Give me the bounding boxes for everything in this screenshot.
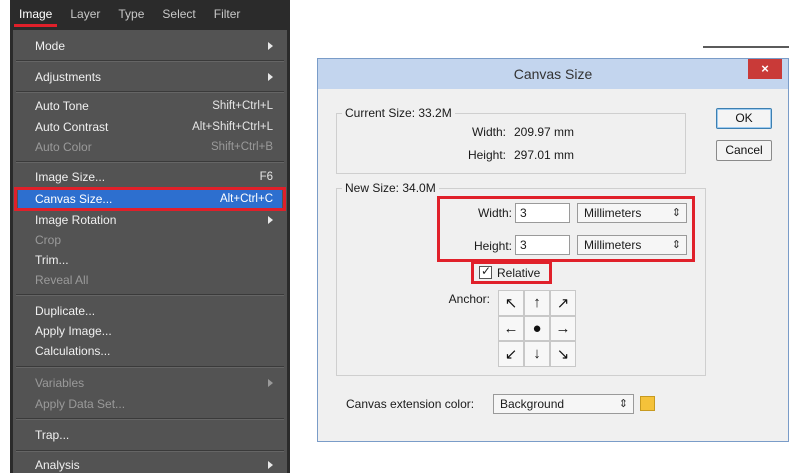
updown-arrows-icon: ⇕ (618, 398, 628, 410)
menu-item-variables: Variables (35, 373, 273, 393)
anchor-bottom-left[interactable]: ↙ (498, 341, 524, 367)
menu-item-label: Adjustments (35, 70, 102, 84)
anchor-bottom[interactable]: ↓ (524, 341, 550, 367)
menu-item-auto-contrast[interactable]: Auto Contrast Alt+Shift+Ctrl+L (35, 117, 273, 137)
image-menu-dropdown: Mode Adjustments Auto Tone Shift+Ctrl+L … (10, 30, 290, 473)
current-size-legend: Current Size: 33.2M (342, 106, 455, 120)
menu-item-label: Apply Image... (35, 324, 112, 338)
menu-item-auto-tone[interactable]: Auto Tone Shift+Ctrl+L (35, 96, 273, 116)
submenu-arrow-icon (268, 42, 273, 50)
menu-separator (16, 418, 284, 420)
menu-item-label: Duplicate... (35, 304, 96, 318)
menu-item-label: Auto Contrast (35, 120, 109, 134)
menu-item-label: Analysis (35, 458, 80, 472)
anchor-label: Anchor: (448, 292, 490, 306)
submenu-arrow-icon (268, 216, 273, 224)
anchor-top-right[interactable]: ↗ (550, 290, 576, 316)
menu-item-label: Trim... (35, 253, 69, 267)
menu-image[interactable]: Image (10, 0, 61, 30)
cancel-button[interactable]: Cancel (716, 140, 772, 161)
menu-item-label: Auto Color (35, 140, 92, 154)
anchor-left[interactable]: ← (498, 315, 524, 342)
highlight-box-canvas-size (14, 187, 286, 211)
anchor-top-left[interactable]: ↖ (498, 290, 524, 316)
menu-item-adjustments[interactable]: Adjustments (35, 67, 273, 87)
menu-filter[interactable]: Filter (205, 0, 250, 30)
extension-color-label: Canvas extension color: (346, 397, 475, 411)
dialog-title: Canvas Size (513, 66, 593, 82)
menu-separator (16, 450, 284, 452)
menu-item-shortcut: Shift+Ctrl+L (212, 100, 273, 112)
menu-separator (16, 161, 284, 163)
current-size-group (336, 113, 686, 174)
menu-separator (16, 294, 284, 296)
menu-item-label: Variables (35, 376, 85, 390)
menu-item-auto-color: Auto Color Shift+Ctrl+B (35, 137, 273, 157)
new-size-legend: New Size: 34.0M (342, 181, 439, 195)
menu-separator (16, 366, 284, 368)
menu-bar: Image Layer Type Select Filter (10, 0, 290, 30)
menu-item-image-rotation[interactable]: Image Rotation (35, 210, 273, 230)
menu-item-duplicate[interactable]: Duplicate... (35, 301, 273, 321)
submenu-arrow-icon (268, 461, 273, 469)
menu-item-analysis[interactable]: Analysis (35, 455, 273, 475)
menu-separator (16, 60, 284, 62)
dialog-title-bar[interactable]: Canvas Size × (318, 59, 788, 89)
background-divider (703, 46, 789, 48)
current-width-label: Width: (471, 125, 506, 139)
menu-item-label: Apply Data Set... (35, 397, 126, 411)
menu-item-calculations[interactable]: Calculations... (35, 341, 273, 361)
menu-item-trap[interactable]: Trap... (35, 425, 273, 445)
menu-item-shortcut: Alt+Shift+Ctrl+L (192, 121, 273, 133)
anchor-grid: ↖ ↑ ↗ ← ● → ↙ ↓ ↘ (498, 290, 576, 367)
menu-item-label: Image Size... (35, 170, 106, 184)
menu-item-shortcut: Shift+Ctrl+B (211, 141, 273, 153)
menu-item-shortcut: F6 (259, 171, 273, 183)
anchor-top[interactable]: ↑ (524, 290, 550, 316)
menu-type[interactable]: Type (109, 0, 153, 30)
current-width-value: 209.97 mm (514, 125, 575, 139)
menu-item-label: Calculations... (35, 344, 111, 358)
menu-item-label: Crop (35, 233, 62, 247)
menu-item-label: Image Rotation (35, 213, 117, 227)
extension-color-select[interactable]: Background ⇕ (493, 394, 634, 414)
anchor-right[interactable]: → (550, 315, 576, 342)
submenu-arrow-icon (268, 379, 273, 387)
current-height-label: Height: (467, 148, 506, 162)
highlight-box-relative (471, 261, 552, 284)
ok-button[interactable]: OK (716, 108, 772, 129)
submenu-arrow-icon (268, 73, 273, 81)
extension-color-swatch[interactable] (640, 396, 655, 411)
extension-color-value: Background (500, 397, 565, 411)
menu-select[interactable]: Select (153, 0, 204, 30)
menu-item-label: Reveal All (35, 273, 89, 287)
menu-item-label: Mode (35, 39, 66, 53)
menu-item-apply-data-set: Apply Data Set... (35, 394, 273, 414)
anchor-center[interactable]: ● (524, 315, 550, 342)
menu-item-crop: Crop (35, 230, 273, 250)
menu-item-trim[interactable]: Trim... (35, 250, 273, 270)
menu-item-apply-image[interactable]: Apply Image... (35, 321, 273, 341)
highlight-box-dimensions (437, 196, 695, 262)
anchor-bottom-right[interactable]: ↘ (550, 341, 576, 367)
current-height-value: 297.01 mm (514, 148, 575, 162)
menu-separator (16, 91, 284, 93)
menu-item-label: Auto Tone (35, 99, 89, 113)
menu-item-mode[interactable]: Mode (35, 36, 273, 56)
close-icon[interactable]: × (748, 59, 782, 79)
menu-item-label: Trap... (35, 428, 70, 442)
menu-item-reveal-all: Reveal All (35, 270, 273, 290)
menu-layer[interactable]: Layer (61, 0, 109, 30)
menu-item-image-size[interactable]: Image Size... F6 (35, 167, 273, 187)
